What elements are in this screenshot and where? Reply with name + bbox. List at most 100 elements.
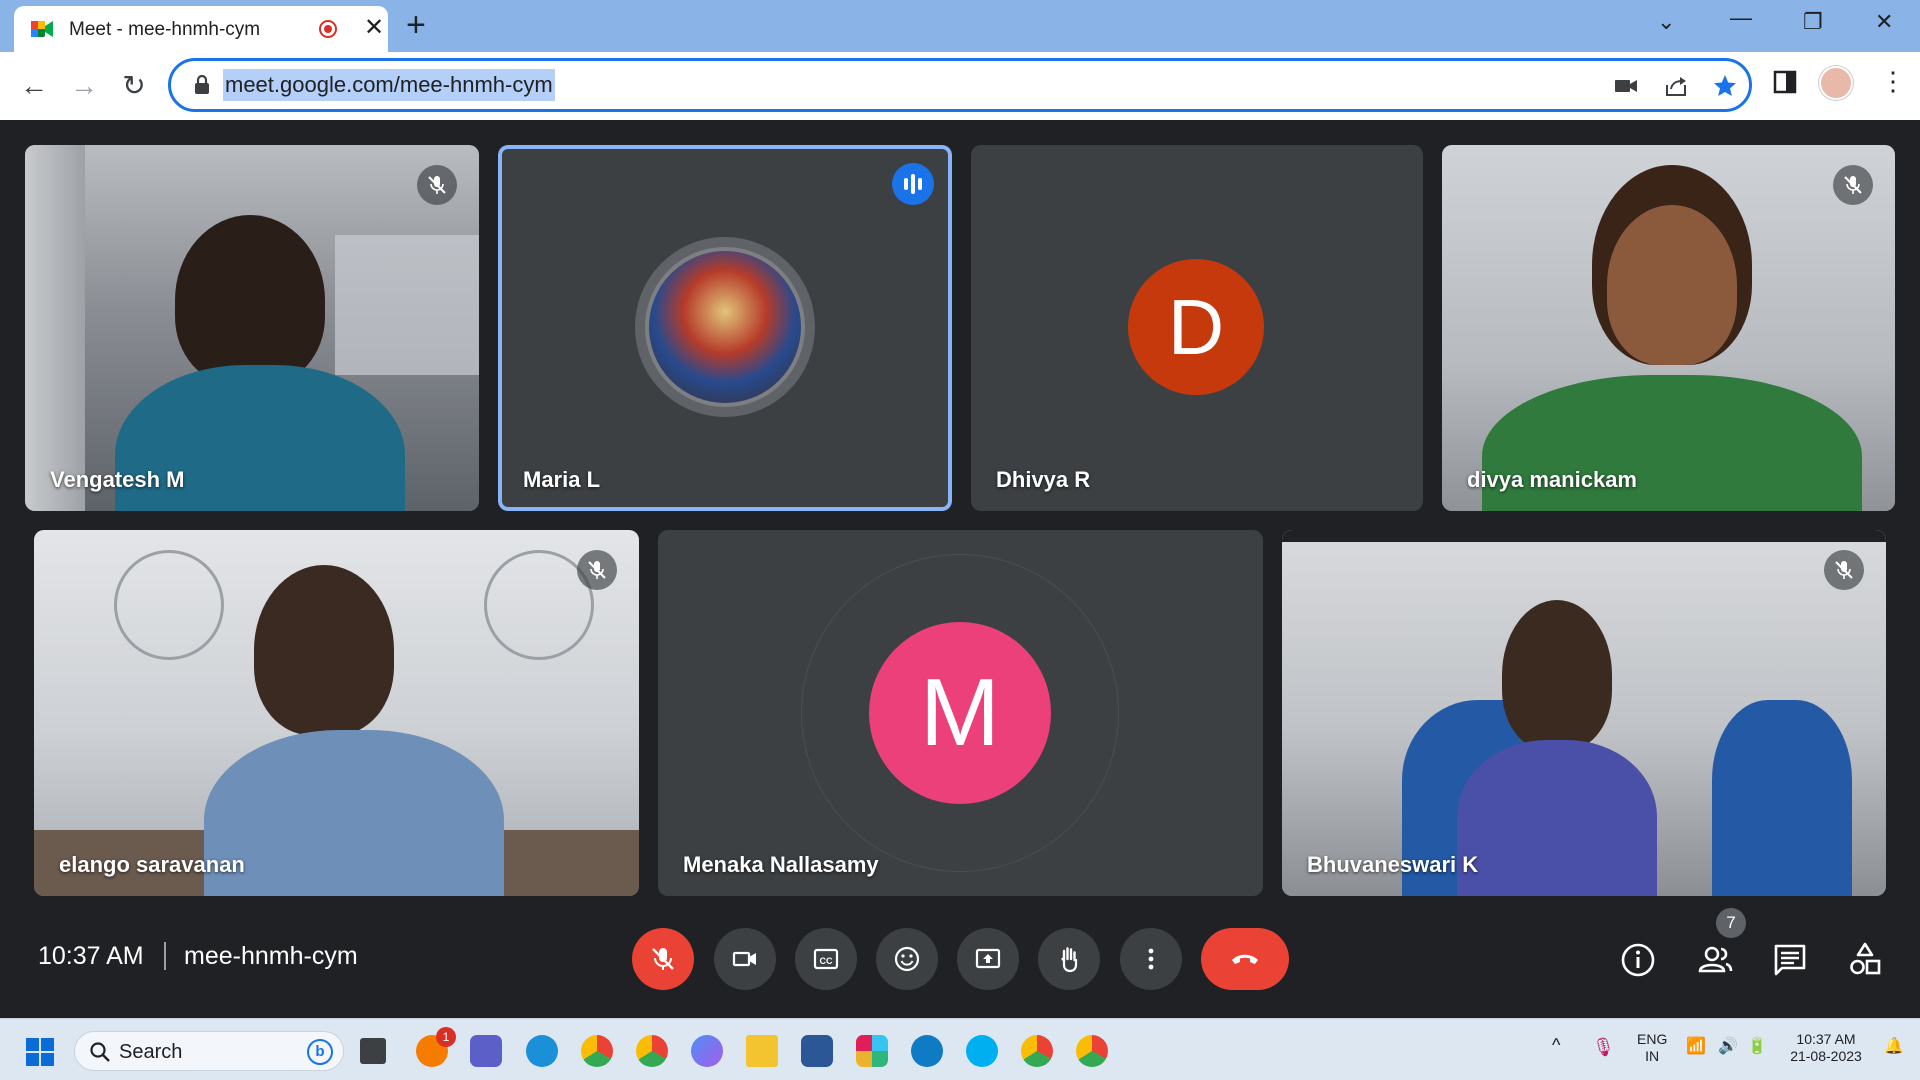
edge-browser-icon[interactable] — [526, 1035, 558, 1067]
system-clock[interactable]: 10:37 AM 21-08-2023 — [1782, 1031, 1870, 1065]
bing-icon: b — [307, 1039, 333, 1065]
weather-widget-icon[interactable]: 1 — [416, 1027, 456, 1067]
participant-name: elango saravanan — [59, 852, 245, 877]
profile-avatar[interactable] — [1819, 66, 1853, 100]
participant-name: Vengatesh M — [50, 467, 185, 492]
participant-tile[interactable]: M Menaka Nallasamy — [658, 530, 1263, 896]
participant-tile[interactable]: elango saravanan — [34, 530, 639, 896]
teams-chat-icon[interactable] — [470, 1035, 502, 1067]
volume-icon[interactable]: 🔊 — [1718, 1038, 1738, 1055]
participant-video — [25, 145, 479, 511]
skype-icon[interactable] — [966, 1035, 998, 1067]
raise-hand-button[interactable] — [1038, 928, 1100, 990]
new-tab-button[interactable]: + — [406, 8, 426, 42]
lock-icon[interactable] — [191, 74, 213, 96]
forward-button[interactable]: → — [66, 68, 102, 104]
microphone-toggle-button[interactable] — [632, 928, 694, 990]
divider — [164, 942, 166, 970]
clock-date: 21-08-2023 — [1790, 1048, 1862, 1064]
meeting-code: mee-hnmh-cym — [184, 942, 358, 970]
mic-off-icon — [652, 948, 674, 970]
remote-desktop-icon[interactable] — [911, 1035, 943, 1067]
show-hidden-icons-chevron[interactable]: ^ — [1552, 1036, 1560, 1054]
participant-name: Menaka Nallasamy — [683, 852, 879, 877]
video-camera-icon — [732, 951, 756, 967]
windows-start-icon[interactable] — [25, 1037, 55, 1067]
meeting-details-icon[interactable] — [1616, 938, 1660, 982]
google-meet-icon — [31, 21, 53, 37]
tab-search-chevron-icon[interactable]: ⌄ — [1657, 10, 1675, 34]
closed-captions-icon: CC — [813, 948, 839, 970]
muted-mic-icon — [1824, 550, 1864, 590]
share-icon[interactable] — [1663, 73, 1689, 99]
participant-video — [1282, 530, 1886, 896]
tab-close-icon[interactable]: ✕ — [364, 16, 384, 40]
taskbar-search-box[interactable]: Search b — [74, 1031, 344, 1071]
speaking-indicator-icon — [892, 163, 934, 205]
chat-icon[interactable] — [1768, 938, 1812, 982]
present-screen-button[interactable] — [957, 928, 1019, 990]
more-options-button[interactable] — [1120, 928, 1182, 990]
captions-button[interactable]: CC — [795, 928, 857, 990]
leave-call-button[interactable] — [1201, 928, 1289, 990]
word-icon[interactable] — [801, 1035, 833, 1067]
letter-avatar: M — [869, 622, 1051, 804]
present-screen-icon — [975, 948, 1001, 969]
task-view-icon[interactable] — [360, 1038, 386, 1064]
hang-up-icon — [1232, 954, 1258, 964]
side-panel-icon[interactable] — [1773, 70, 1797, 94]
participant-video — [34, 530, 639, 896]
chrome-menu-icon[interactable]: ⋮ — [1880, 66, 1906, 97]
people-icon[interactable] — [1693, 938, 1737, 982]
notification-badge: 1 — [436, 1027, 456, 1047]
camera-in-use-icon[interactable] — [1613, 73, 1639, 99]
participant-count-badge: 7 — [1716, 908, 1746, 938]
letter-avatar: D — [1128, 259, 1264, 395]
more-vertical-icon — [1148, 948, 1154, 970]
language-code: ENG — [1637, 1031, 1668, 1047]
participant-tile[interactable]: D Dhivya R — [971, 145, 1423, 511]
search-icon — [90, 1042, 110, 1062]
chrome-profile-2-icon[interactable] — [1076, 1035, 1108, 1067]
emoji-icon — [894, 946, 920, 972]
chrome-icon[interactable] — [636, 1035, 668, 1067]
chrome-profile-1-icon[interactable] — [581, 1035, 613, 1067]
activities-icon[interactable] — [1843, 938, 1887, 982]
notifications-bell-icon[interactable]: 🔔 — [1884, 1038, 1904, 1055]
raise-hand-icon — [1061, 947, 1078, 973]
close-window-button[interactable]: ✕ — [1875, 10, 1893, 34]
back-button[interactable]: ← — [16, 68, 52, 104]
bookmark-star-icon[interactable] — [1712, 73, 1738, 99]
chrome-active-icon[interactable] — [1021, 1035, 1053, 1067]
participant-tile[interactable]: divya manickam — [1442, 145, 1895, 511]
file-explorer-icon[interactable] — [746, 1035, 778, 1067]
meeting-stage: Vengatesh M Maria L D Dhivya R divya man… — [0, 120, 1920, 1018]
participant-tile[interactable]: Vengatesh M — [25, 145, 479, 511]
participant-tile[interactable]: Bhuvaneswari K — [1282, 530, 1886, 896]
url-text[interactable]: meet.google.com/mee-hnmh-cym — [223, 69, 555, 101]
slack-icon[interactable] — [856, 1035, 888, 1067]
participant-tile-speaking[interactable]: Maria L — [498, 145, 952, 511]
windows-taskbar: Search b 1 ^ 🎙 ENG IN 📶 🔊 🔋 10:37 AM 21-… — [0, 1018, 1920, 1080]
muted-mic-icon — [417, 165, 457, 205]
reload-button[interactable]: ↻ — [116, 68, 152, 104]
camera-toggle-button[interactable] — [714, 928, 776, 990]
browser-tab[interactable]: Meet - mee-hnmh-cym ✕ — [14, 6, 388, 52]
copilot-icon[interactable] — [691, 1035, 723, 1067]
battery-icon[interactable]: 🔋 — [1747, 1038, 1767, 1055]
participant-video — [1442, 145, 1895, 511]
language-indicator[interactable]: ENG IN — [1637, 1031, 1667, 1065]
wifi-icon[interactable]: 📶 — [1686, 1038, 1706, 1055]
meeting-time: 10:37 AM — [38, 942, 144, 970]
browser-tab-strip: Meet - mee-hnmh-cym ✕ + ⌄ — ❐ ✕ — [0, 0, 1920, 52]
search-label: Search — [119, 1041, 183, 1063]
meeting-controls-bar: 10:37 AM mee-hnmh-cym CC 7 — [0, 898, 1920, 1018]
minimize-button[interactable]: — — [1730, 6, 1752, 30]
microphone-tray-icon[interactable]: 🎙 — [1592, 1038, 1615, 1056]
restore-button[interactable]: ❐ — [1803, 10, 1823, 34]
participant-name: Maria L — [523, 467, 601, 492]
address-bar[interactable]: meet.google.com/mee-hnmh-cym — [168, 58, 1752, 112]
reactions-button[interactable] — [876, 928, 938, 990]
participant-name: divya manickam — [1467, 467, 1637, 492]
browser-toolbar: ← → ↻ meet.google.com/mee-hnmh-cym ⋮ — [0, 52, 1920, 120]
